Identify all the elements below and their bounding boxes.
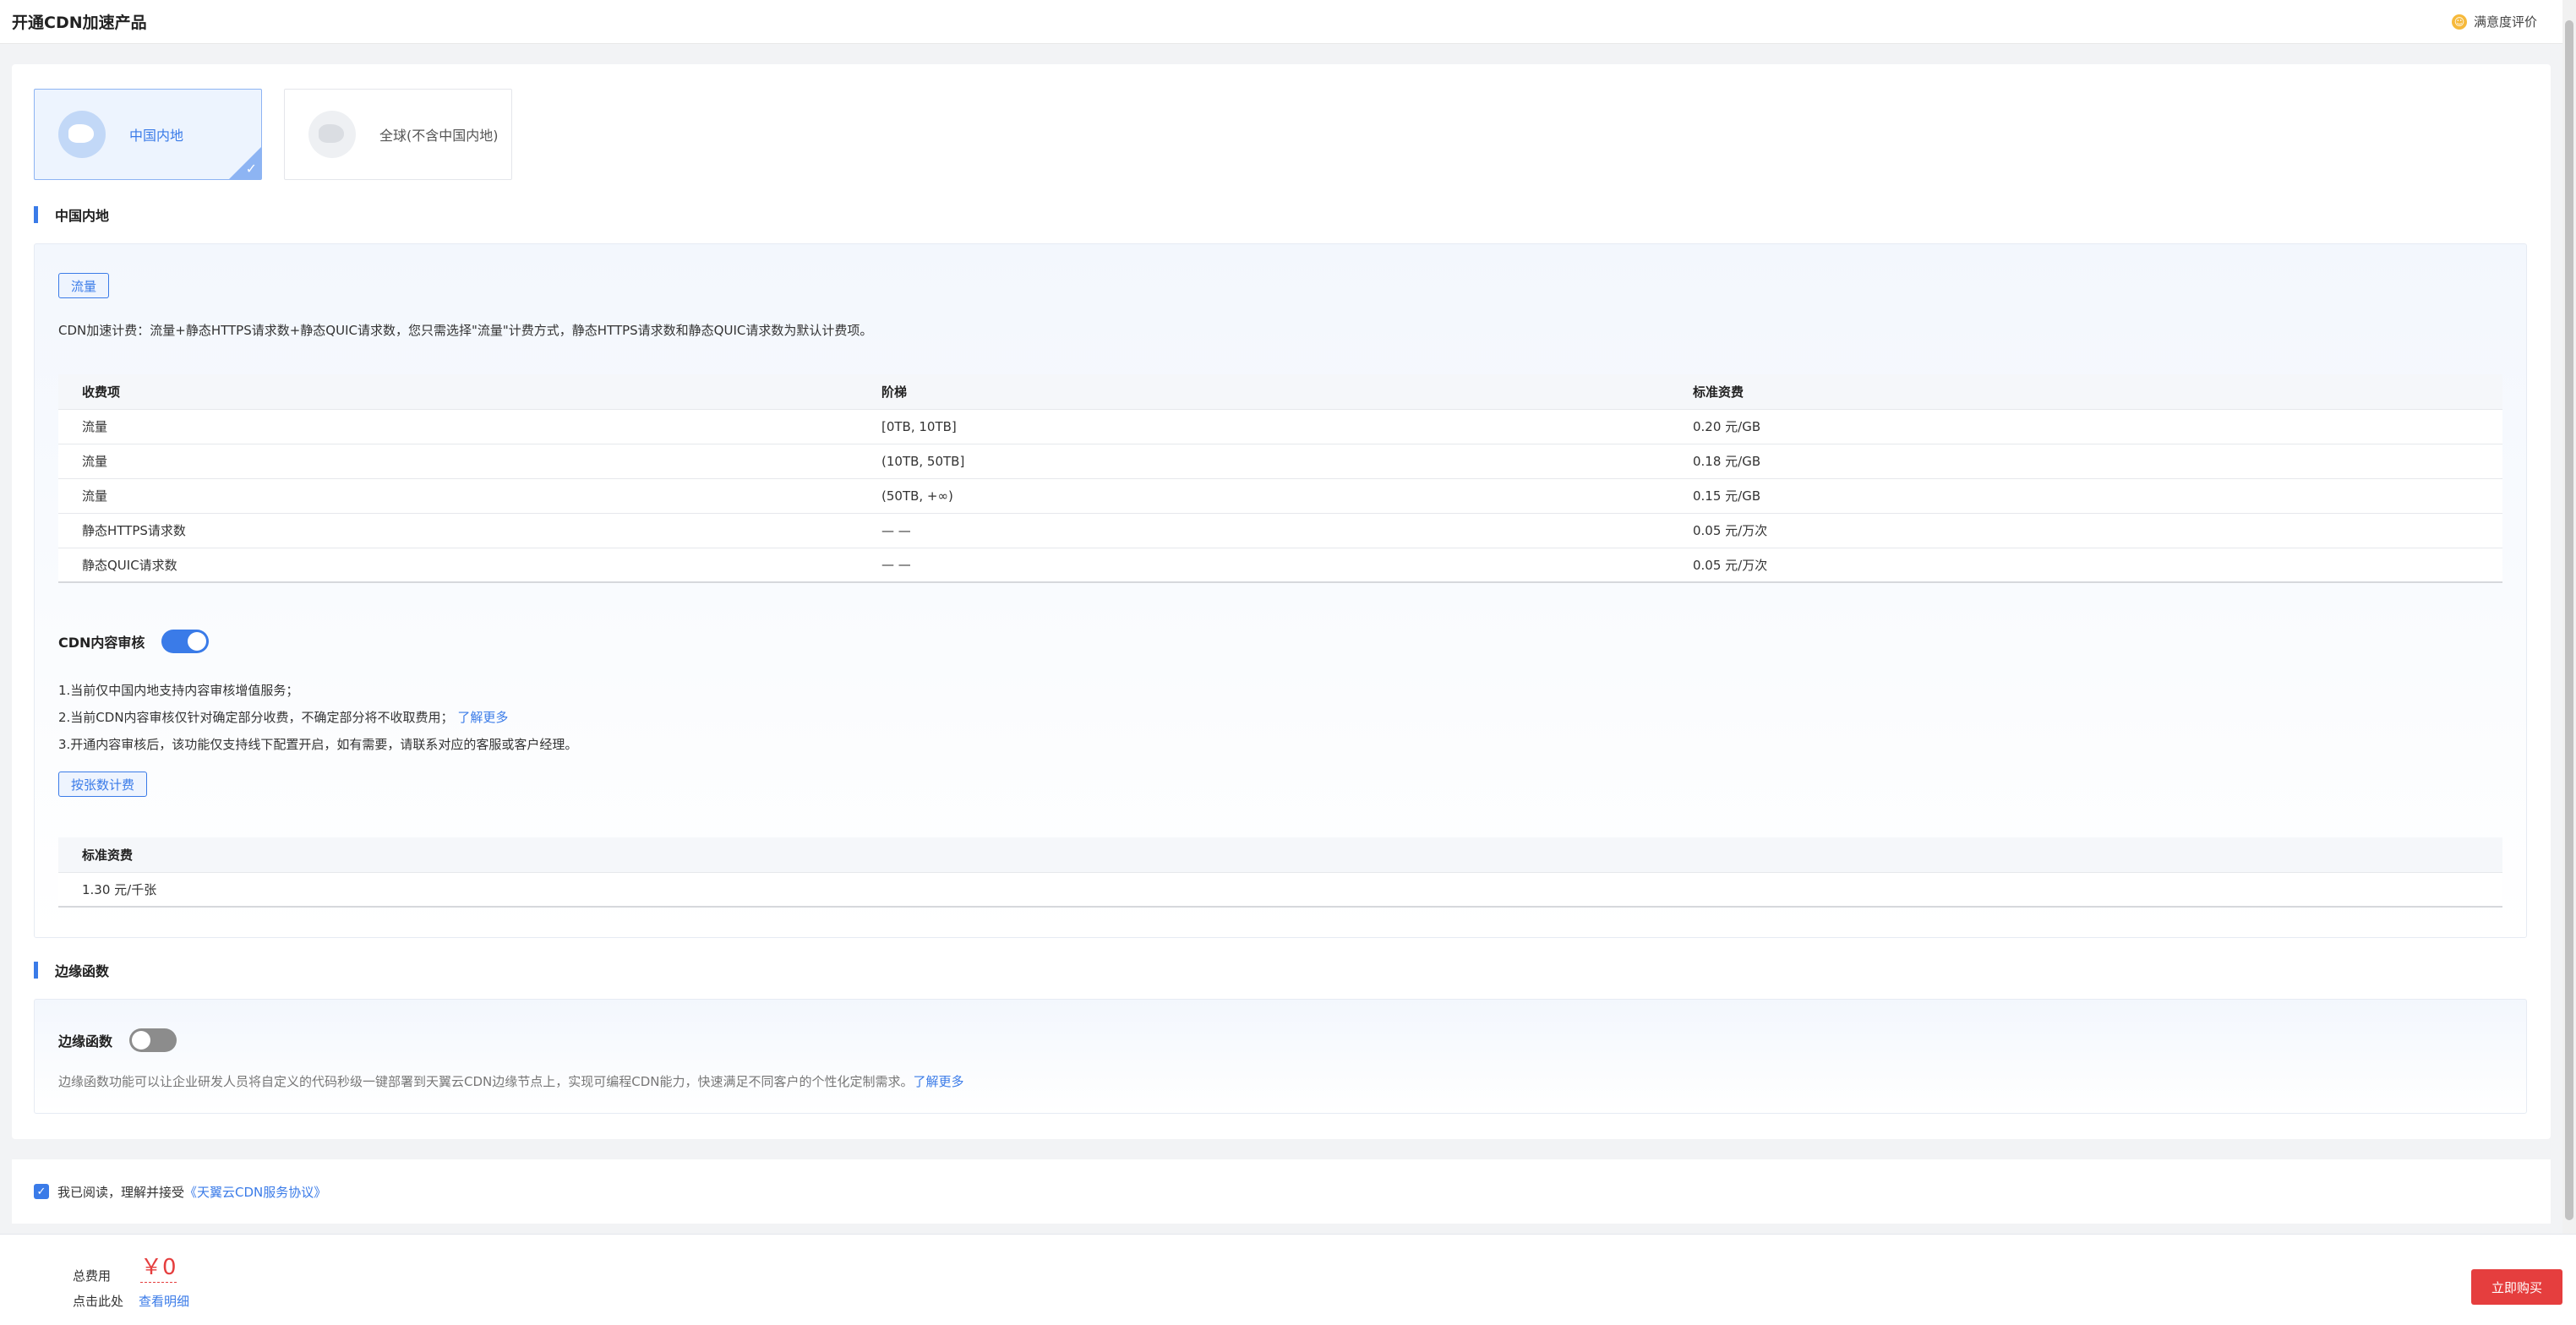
table-cell: 0.05 元/万次: [1669, 548, 2502, 583]
total-fee-value[interactable]: ￥0: [140, 1253, 177, 1283]
section-title-mainland: 中国内地: [55, 208, 110, 224]
table-cell: 静态HTTPS请求数: [58, 513, 858, 548]
audit-learn-more-link[interactable]: 了解更多: [457, 710, 508, 725]
scrollbar-thumb[interactable]: [2565, 20, 2573, 1220]
table-row: 静态QUIC请求数 — — 0.05 元/万次: [58, 548, 2502, 583]
table-header-row: 标准资费: [58, 837, 2502, 873]
audit-note-3: 3.开通内容审核后，该功能仅支持线下配置开启，如有需要，请联系对应的客服或客户经…: [58, 737, 578, 752]
survey-label: 满意度评价: [2473, 14, 2537, 30]
china-map-icon: [58, 111, 106, 158]
mainland-panel: 流量 CDN加速计费：流量+静态HTTPS请求数+静态QUIC请求数，您只需选择…: [34, 243, 2527, 938]
section-heading-mainland: 中国内地: [34, 204, 109, 225]
table-row: 静态HTTPS请求数 — — 0.05 元/万次: [58, 513, 2502, 548]
region-selector: 中国内地 ✓ 全球(不含中国内地): [34, 89, 512, 180]
survey-link[interactable]: ☺ 满意度评价: [2451, 13, 2537, 30]
section-accent-bar: [34, 206, 38, 223]
table-cell: 流量: [58, 444, 858, 479]
toggle-knob: [132, 1031, 151, 1050]
region-label-global: 全球(不含中国内地): [379, 128, 499, 144]
table-cell: (10TB, 50TB]: [858, 444, 1669, 479]
scrollbar[interactable]: [2562, 0, 2576, 1234]
table-header-row: 收费项 阶梯 标准资费: [58, 374, 2502, 410]
section-accent-bar: [34, 962, 38, 979]
column-header-price: 标准资费: [1669, 374, 2502, 410]
edge-function-toggle[interactable]: [129, 1028, 177, 1052]
table-row: 流量 (50TB, +∞) 0.15 元/GB: [58, 478, 2502, 514]
table-cell: 流量: [58, 409, 858, 444]
billing-chip-per-image[interactable]: 按张数计费: [58, 772, 148, 797]
table-row: 1.30 元/千张: [58, 872, 2502, 908]
audit-note-1: 1.当前仅中国内地支持内容审核增值服务；: [58, 683, 299, 698]
column-header-tier: 阶梯: [858, 374, 1669, 410]
content-audit-label: CDN内容审核: [58, 635, 145, 651]
table-cell: [0TB, 10TB]: [858, 409, 1669, 444]
region-label-mainland: 中国内地: [129, 128, 184, 144]
smile-icon: ☺: [2451, 14, 2467, 30]
buy-now-button[interactable]: 立即购买: [2471, 1269, 2562, 1305]
table-cell: (50TB, +∞): [858, 478, 1669, 514]
agreement-bar: ✓ 我已阅读，理解并接受 《天翼云CDN服务协议》: [12, 1159, 2551, 1224]
section-title-edge: 边缘函数: [55, 963, 110, 979]
content-audit-toggle-row: CDN内容审核: [58, 630, 210, 653]
table-cell: 0.20 元/GB: [1669, 409, 2502, 444]
main-card: 中国内地 ✓ 全球(不含中国内地) 中国内地 流量 CDN加速计费：流量+静态H…: [12, 64, 2551, 1139]
price-table: 收费项 阶梯 标准资费 流量 [0TB, 10TB] 0.20 元/GB 流量 …: [58, 374, 2502, 583]
table-cell: 0.15 元/GB: [1669, 478, 2502, 514]
agreement-text: 我已阅读，理解并接受: [57, 1184, 185, 1200]
edge-panel: 边缘函数 边缘函数功能可以让企业研发人员将自定义的代码秒级一键部署到天翼云CDN…: [34, 999, 2527, 1114]
table-row: 流量 [0TB, 10TB] 0.20 元/GB: [58, 409, 2502, 444]
audit-note-2: 2.当前CDN内容审核仅针对确定部分收费，不确定部分将不收取费用；: [58, 710, 454, 725]
detail-prefix: 点击此处: [73, 1294, 124, 1309]
billing-description: CDN加速计费：流量+静态HTTPS请求数+静态QUIC请求数，您只需选择"流量…: [58, 323, 873, 338]
checkout-footer: 总费用 ￥0 点击此处 查看明细 立即购买: [0, 1234, 2576, 1325]
table-cell: 0.05 元/万次: [1669, 513, 2502, 548]
edge-function-toggle-row: 边缘函数: [58, 1028, 177, 1052]
table-cell: 流量: [58, 478, 858, 514]
table-cell: 静态QUIC请求数: [58, 548, 858, 583]
table-cell: 0.18 元/GB: [1669, 444, 2502, 479]
edge-function-description-row: 边缘函数功能可以让企业研发人员将自定义的代码秒级一键部署到天翼云CDN边缘节点上…: [58, 1072, 964, 1090]
agreement-checkbox[interactable]: ✓: [34, 1184, 49, 1199]
region-tab-global[interactable]: 全球(不含中国内地): [284, 89, 512, 180]
audit-price-table: 标准资费 1.30 元/千张: [58, 837, 2502, 908]
billing-chip-traffic[interactable]: 流量: [58, 273, 110, 298]
edge-function-description: 边缘函数功能可以让企业研发人员将自定义的代码秒级一键部署到天翼云CDN边缘节点上…: [58, 1074, 914, 1089]
section-heading-edge: 边缘函数: [34, 960, 109, 980]
column-header-price: 标准资费: [58, 837, 2502, 873]
page-title: 开通CDN加速产品: [12, 14, 147, 32]
edge-learn-more-link[interactable]: 了解更多: [914, 1074, 964, 1089]
audit-note-2-row: 2.当前CDN内容审核仅针对确定部分收费，不确定部分将不收取费用； 了解更多: [58, 704, 577, 731]
check-icon: ✓: [245, 161, 257, 177]
total-fee-label: 总费用: [73, 1268, 112, 1284]
region-tab-mainland[interactable]: 中国内地 ✓: [34, 89, 262, 180]
view-details-link[interactable]: 查看明细: [139, 1292, 189, 1310]
agreement-link[interactable]: 《天翼云CDN服务协议》: [184, 1183, 326, 1201]
table-cell: — —: [858, 548, 1669, 583]
edge-function-label: 边缘函数: [58, 1033, 113, 1050]
world-map-icon: [308, 111, 356, 158]
content-audit-notes: 1.当前仅中国内地支持内容审核增值服务； 2.当前CDN内容审核仅针对确定部分收…: [58, 677, 577, 758]
toggle-knob: [188, 632, 207, 651]
table-cell: 1.30 元/千张: [58, 872, 2502, 908]
top-bar: 开通CDN加速产品 ☺ 满意度评价: [0, 0, 2562, 44]
content-audit-toggle[interactable]: [161, 630, 210, 653]
table-row: 流量 (10TB, 50TB] 0.18 元/GB: [58, 444, 2502, 479]
table-cell: — —: [858, 513, 1669, 548]
column-header-item: 收费项: [58, 374, 858, 410]
